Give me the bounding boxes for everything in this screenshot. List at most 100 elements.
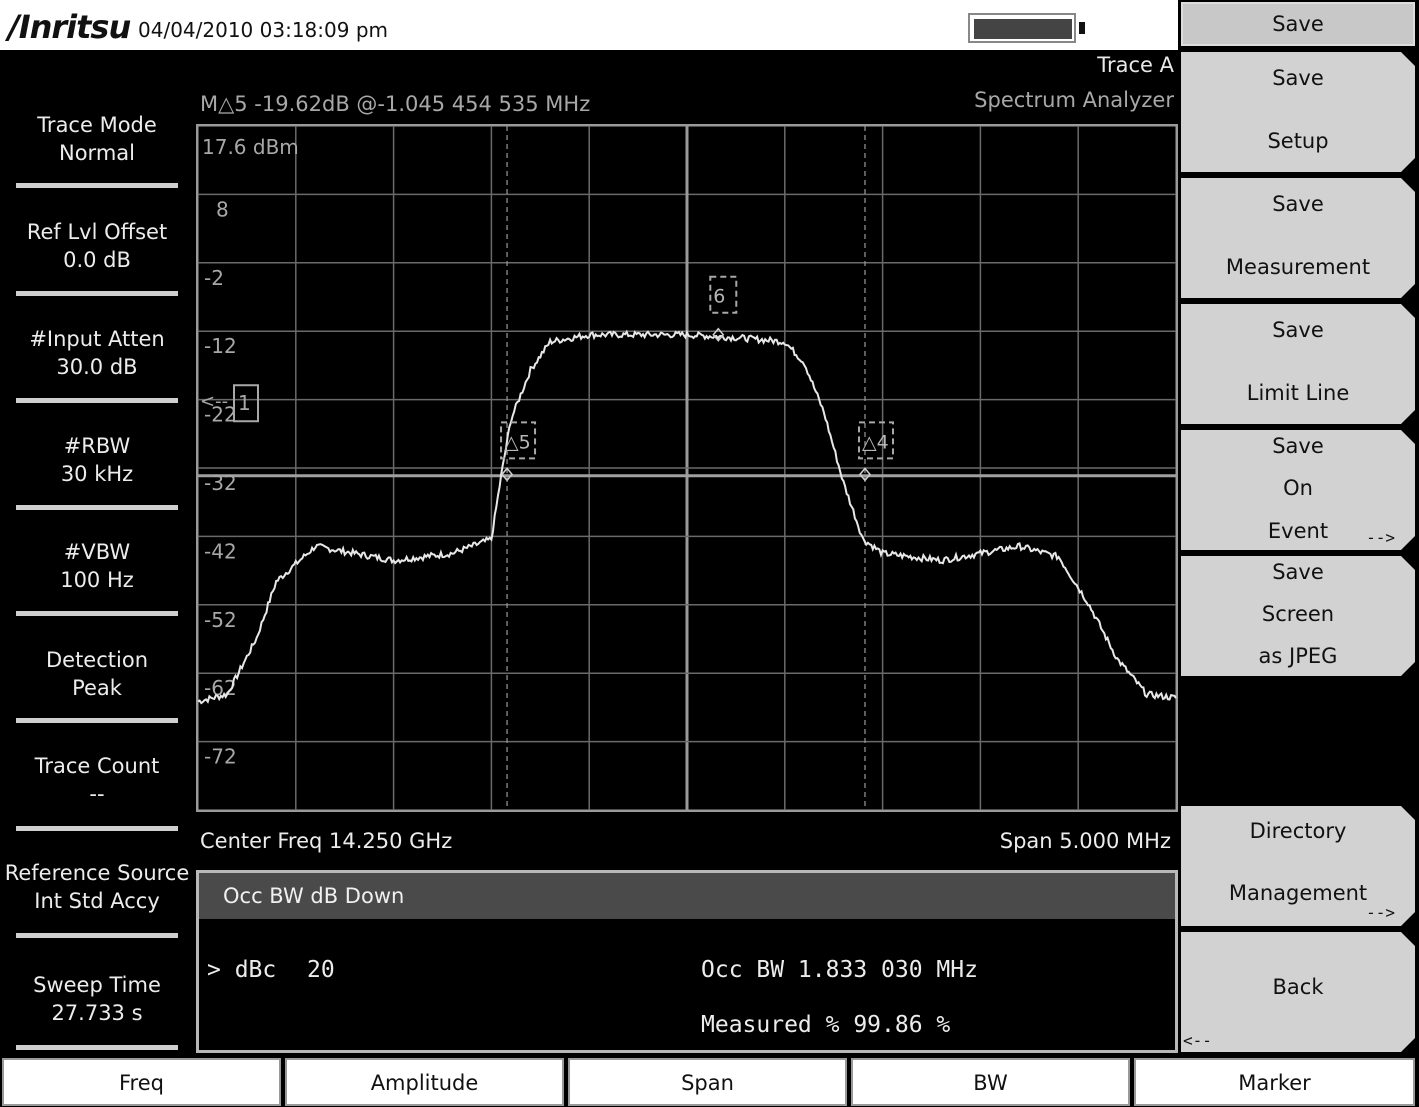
rbw-setting: #RBW 30 kHz	[0, 432, 194, 488]
y-tick-label: -52	[204, 608, 237, 632]
center-freq-label: Center Freq 14.250 GHz	[200, 829, 453, 853]
tab-amplitude[interactable]: Amplitude	[285, 1058, 564, 1106]
span-label: Span 5.000 MHz	[999, 829, 1171, 853]
y-tick-label: 8	[216, 197, 229, 221]
occ-bw-value: Occ BW 1.833 030 MHz	[701, 957, 978, 983]
input-atten-setting: #Input Atten 30.0 dB	[0, 325, 194, 381]
setting-label: Detection	[45, 648, 149, 672]
occ-bw-title: Occ BW dB Down	[199, 873, 1175, 919]
sweep-time-setting: Sweep Time 27.733 s	[0, 971, 194, 1027]
settings-panel: Trace Mode Normal Ref Lvl Offset 0.0 dB …	[0, 50, 194, 1058]
battery-terminal-icon	[1079, 22, 1085, 34]
brand-logo: /Inritsu	[8, 8, 131, 46]
datetime-display: 04/04/2010 03:18:09 pm	[138, 18, 388, 42]
tab-marker[interactable]: Marker	[1134, 1058, 1415, 1106]
setting-value: --	[89, 782, 105, 806]
detection-setting: Detection Peak	[0, 646, 194, 702]
setting-label: Ref Lvl Offset	[26, 220, 168, 244]
vbw-setting: #VBW 100 Hz	[0, 538, 194, 594]
button-line: Save	[1272, 66, 1324, 90]
back-button[interactable]: Back <--	[1181, 932, 1415, 1052]
submenu-arrow-icon: -->	[1366, 528, 1395, 547]
marker-label: △5	[504, 431, 531, 453]
markers: <-- 1 △5 6 △4	[200, 275, 894, 482]
divider	[16, 611, 178, 616]
marker-label: △4	[862, 431, 889, 453]
button-line: Screen	[1261, 602, 1335, 626]
tab-freq[interactable]: Freq	[2, 1058, 281, 1106]
y-tick-label: -72	[204, 745, 237, 769]
trace-count-setting: Trace Count --	[0, 752, 194, 808]
button-line: Save	[1272, 192, 1324, 216]
reference-source-setting: Reference Source Int Std Accy	[0, 859, 194, 915]
tab-bw[interactable]: BW	[851, 1058, 1130, 1106]
save-limit-line-button[interactable]: Save Limit Line	[1181, 304, 1415, 424]
ref-level-offset-setting: Ref Lvl Offset 0.0 dB	[0, 218, 194, 274]
button-line: Limit Line	[1246, 381, 1350, 405]
divider	[16, 826, 178, 831]
tab-span[interactable]: Span	[568, 1058, 847, 1106]
button-line: Directory	[1249, 819, 1347, 843]
divider	[16, 718, 178, 723]
button-line: Save	[1272, 318, 1324, 342]
setting-value: 27.733 s	[51, 1001, 143, 1025]
submenu-arrow-icon: -->	[1366, 903, 1395, 922]
save-on-event-button[interactable]: Save On Event -->	[1181, 430, 1415, 550]
button-line: Measurement	[1225, 255, 1371, 279]
divider	[16, 398, 178, 403]
y-tick-label: -12	[204, 334, 237, 358]
setting-value: Normal	[59, 141, 135, 165]
dbc-value[interactable]: 20	[307, 957, 335, 983]
divider	[16, 1045, 178, 1050]
button-line: Save	[1272, 434, 1324, 458]
mode-label: Spectrum Analyzer	[974, 88, 1174, 112]
button-line: On	[1283, 476, 1313, 500]
button-line: Save	[1272, 560, 1324, 584]
battery-level	[974, 19, 1072, 39]
ref-arrow-icon: <--	[200, 391, 228, 412]
trace-label: Trace A	[1097, 53, 1174, 77]
y-tick-label: -2	[204, 266, 224, 290]
setting-value: 30 kHz	[60, 462, 134, 486]
button-line: Back	[1272, 975, 1324, 999]
button-line: Setup	[1267, 129, 1329, 153]
setting-label: Reference Source	[4, 861, 190, 885]
y-tick-label: -32	[204, 471, 237, 495]
setting-value: Peak	[72, 676, 122, 700]
divider	[16, 933, 178, 938]
marker-readout: M△5 -19.62dB @-1.045 454 535 MHz	[200, 92, 591, 116]
battery-icon	[968, 13, 1076, 43]
y-tick-label: -42	[204, 539, 237, 563]
dbc-label: > dBc	[207, 957, 277, 983]
ref-marker-label: 1	[238, 391, 251, 415]
divider	[16, 291, 178, 296]
status-bar: /Inritsu 04/04/2010 03:18:09 pm	[0, 0, 1178, 50]
softkey-menu-title: Save	[1181, 2, 1415, 46]
setting-value: 100 Hz	[60, 568, 134, 592]
marker-label: 6	[713, 286, 725, 308]
spectrum-plot[interactable]: 17.6 dBm8-2-12-22-32-42-52-62-72 <-- 1△56…	[196, 124, 1178, 812]
divider	[16, 505, 178, 510]
divider	[16, 183, 178, 188]
setting-value: 0.0 dB	[63, 248, 131, 272]
button-line: Management	[1228, 881, 1368, 905]
occ-bw-panel: Occ BW dB Down > dBc 20 Occ BW 1.833 030…	[196, 870, 1178, 1053]
setting-label: Trace Mode	[37, 113, 157, 137]
ref-level-label: 17.6 dBm	[202, 135, 299, 159]
setting-label: #VBW	[63, 540, 131, 564]
setting-value: 30.0 dB	[56, 355, 138, 379]
save-screen-jpeg-button[interactable]: Save Screen as JPEG	[1181, 556, 1415, 676]
save-measurement-button[interactable]: Save Measurement	[1181, 178, 1415, 298]
save-setup-button[interactable]: Save Setup	[1181, 52, 1415, 172]
setting-label: Trace Count	[34, 754, 160, 778]
setting-label: #Input Atten	[29, 327, 165, 351]
plot-grid	[196, 124, 1178, 812]
button-line: as JPEG	[1258, 644, 1338, 668]
setting-label: Sweep Time	[33, 973, 161, 997]
setting-label: #RBW	[63, 434, 131, 458]
directory-management-button[interactable]: Directory Management -->	[1181, 806, 1415, 926]
trace-mode-setting: Trace Mode Normal	[0, 111, 194, 167]
setting-value: Int Std Accy	[34, 889, 160, 913]
back-arrow-icon: <--	[1183, 1031, 1212, 1050]
measured-percent: Measured % 99.86 %	[701, 1012, 951, 1038]
